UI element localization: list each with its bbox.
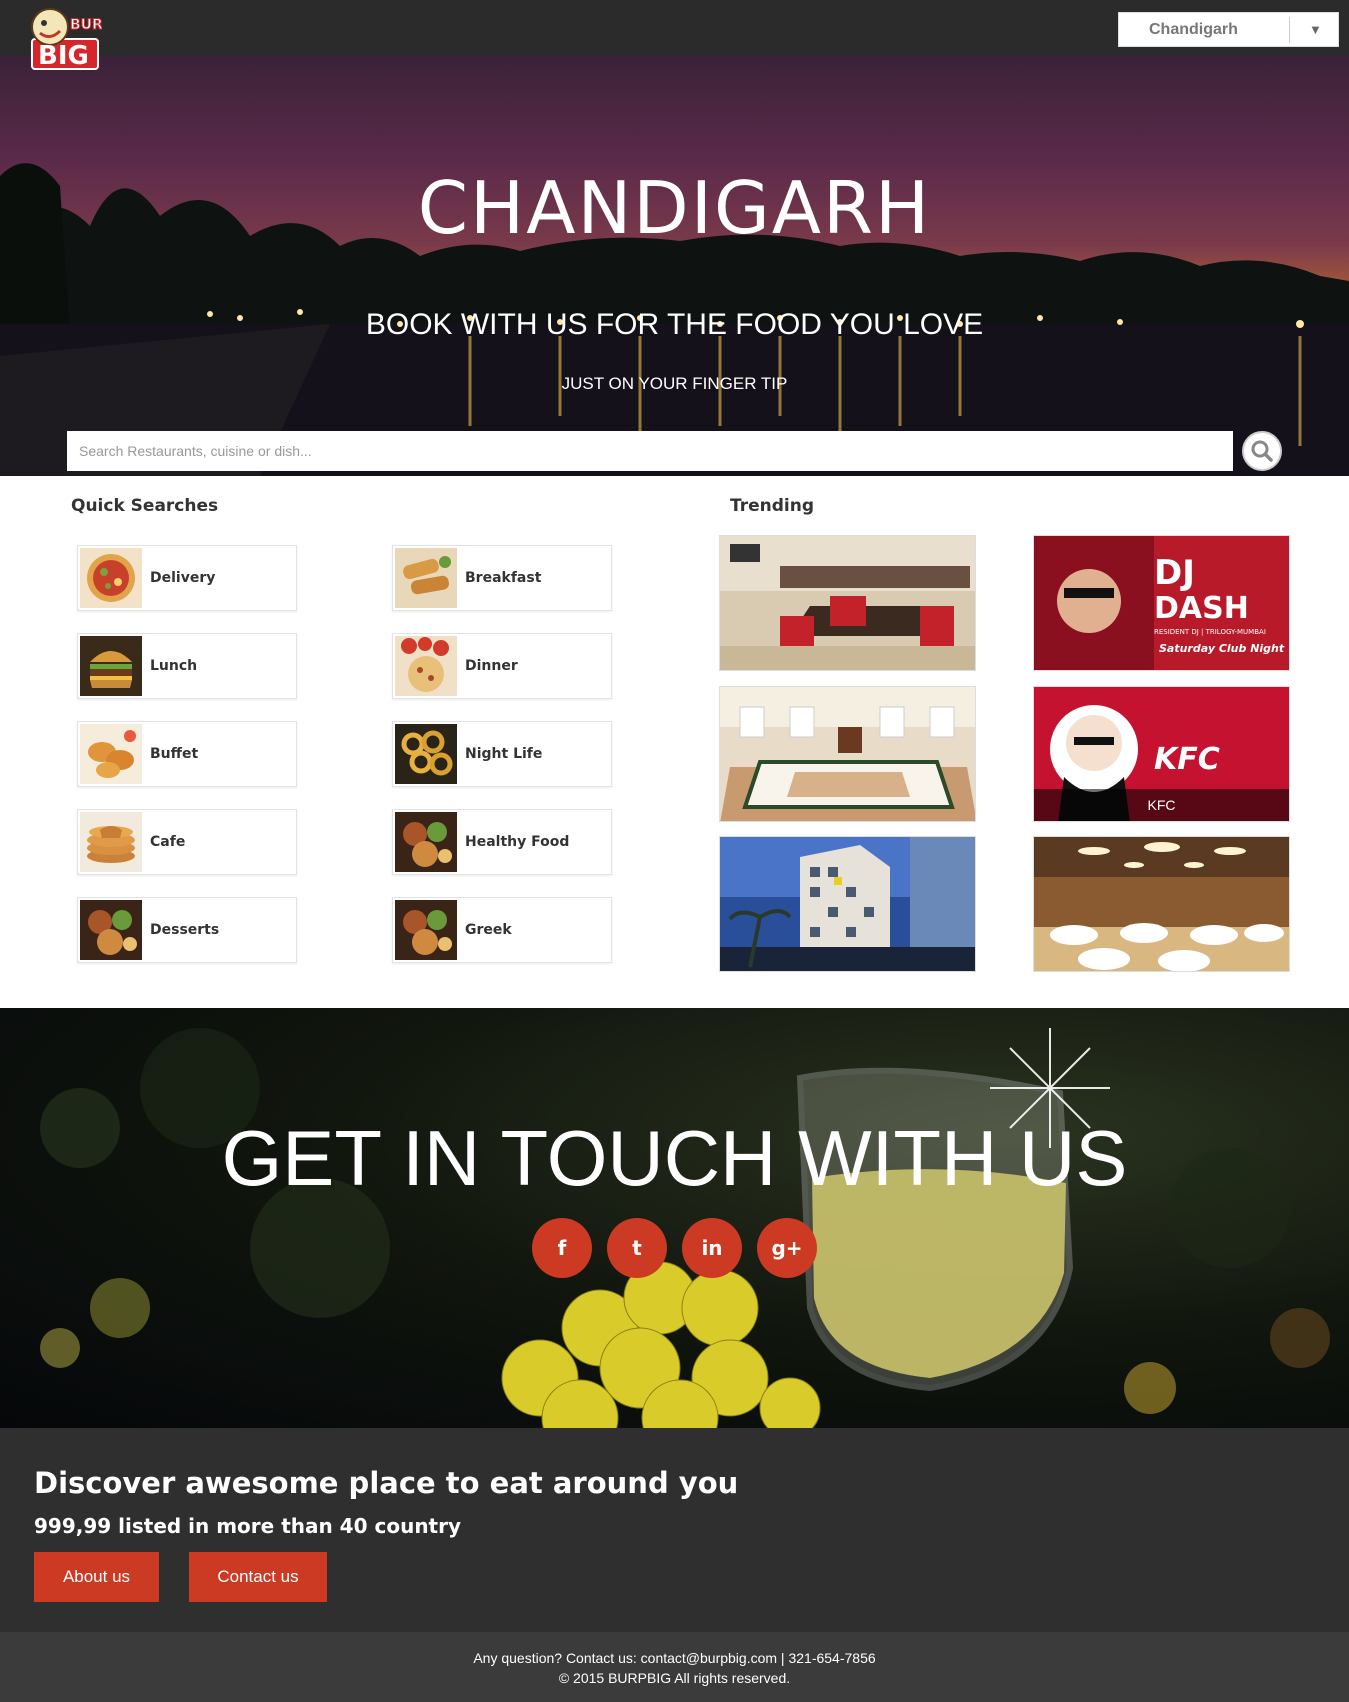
buffet-food-image: [80, 724, 142, 784]
dropdown-divider: [1289, 17, 1290, 43]
burpbig-logo[interactable]: BURP BIG: [30, 5, 102, 71]
restaurant-interior-image: [720, 536, 975, 670]
poster-title-dj: DJ: [1154, 553, 1195, 593]
event-hall-image: [1034, 837, 1289, 971]
contact-us-button[interactable]: Contact us: [189, 1552, 327, 1602]
dinner-food-image: [395, 636, 457, 696]
chevron-down-icon: ▼: [1309, 22, 1322, 37]
banquet-hall-image: [720, 687, 975, 821]
trending-card-event-hall[interactable]: [1033, 836, 1290, 972]
hero-tagline: JUST ON YOUR FINGER TIP: [561, 374, 788, 393]
breakfast-food-image: [395, 548, 457, 608]
search-icon: [1245, 434, 1279, 468]
logo-text-top: BURP: [70, 17, 102, 33]
trending-card-banquet-hall[interactable]: [719, 686, 976, 822]
search-input[interactable]: [67, 431, 1233, 471]
dj-poster-image: DJ DASH RESIDENT DJ | TRILOGY-MUMBAI Sat…: [1034, 536, 1289, 670]
healthy-food-image: [395, 812, 457, 872]
wine-grapes-image: [40, 1028, 1330, 1428]
quick-search-label: Breakfast: [465, 570, 542, 586]
hero-subtitle: BOOK WITH US FOR THE FOOD YOU LOVE: [365, 308, 984, 341]
trending-card-caption: KFC: [1034, 789, 1289, 821]
discover-section: Discover awesome place to eat around you…: [0, 1428, 1349, 1632]
footer: Any question? Contact us: contact@burpbi…: [0, 1632, 1349, 1702]
quick-search-dinner[interactable]: Dinner: [392, 633, 612, 699]
quick-search-lunch[interactable]: Lunch: [77, 633, 297, 699]
quick-search-label: Greek: [465, 922, 512, 938]
greek-food-image: [395, 900, 457, 960]
about-us-button[interactable]: About us: [34, 1552, 159, 1602]
quick-search-cafe[interactable]: Cafe: [77, 809, 297, 875]
poster-event: Saturday Club Night: [1159, 642, 1285, 655]
city-dropdown-value: Chandigarh: [1149, 21, 1238, 38]
quick-search-label: Night Life: [465, 746, 543, 762]
quick-search-buffet[interactable]: Buffet: [77, 721, 297, 787]
google-plus-icon[interactable]: g+: [757, 1218, 817, 1278]
quick-search-label: Buffet: [150, 746, 199, 762]
desserts-food-image: [80, 900, 142, 960]
hero-banner: CHANDIGARH BOOK WITH US FOR THE FOOD YOU…: [0, 56, 1349, 476]
footer-contact-line: Any question? Contact us: contact@burpbi…: [473, 1650, 876, 1666]
poster-title-dash: DASH: [1154, 591, 1249, 626]
quick-search-desserts[interactable]: Desserts: [77, 897, 297, 963]
twitter-icon[interactable]: t: [607, 1218, 667, 1278]
contact-title: GET IN TOUCH WITH US: [221, 1114, 1128, 1202]
quick-search-night-life[interactable]: Night Life: [392, 721, 612, 787]
quick-search-greek[interactable]: Greek: [392, 897, 612, 963]
discover-title: Discover awesome place to eat around you: [34, 1466, 739, 1500]
trending-card-dj-night[interactable]: DJ DASH RESIDENT DJ | TRILOGY-MUMBAI Sat…: [1033, 535, 1290, 671]
hero-city-title: CHANDIGARH: [417, 166, 932, 250]
quick-search-label: Cafe: [150, 834, 186, 850]
quick-searches-title: Quick Searches: [71, 496, 219, 516]
trending-title: Trending: [730, 496, 815, 516]
quick-search-label: Desserts: [150, 922, 220, 938]
logo-text-bottom: BIG: [38, 41, 89, 71]
discover-subtitle: 999,99 listed in more than 40 country: [34, 1514, 462, 1538]
delivery-food-image: [80, 548, 142, 608]
contact-banner: GET IN TOUCH WITH US f t in g+: [0, 1008, 1349, 1428]
quick-search-breakfast[interactable]: Breakfast: [392, 545, 612, 611]
trending-card-hotel-building[interactable]: [719, 836, 976, 972]
quick-search-delivery[interactable]: Delivery: [77, 545, 297, 611]
cafe-food-image: [80, 812, 142, 872]
search-button[interactable]: [1242, 431, 1282, 471]
facebook-icon[interactable]: f: [532, 1218, 592, 1278]
kfc-logo-text: KFC: [1154, 742, 1220, 777]
quick-search-label: Healthy Food: [465, 834, 570, 850]
trending-card-kfc[interactable]: KFC KFC: [1033, 686, 1290, 822]
city-dropdown[interactable]: Chandigarh ▼: [1118, 12, 1339, 47]
lunch-food-image: [80, 636, 142, 696]
footer-copyright: © 2015 BURPBIG All rights reserved.: [558, 1670, 791, 1686]
linkedin-icon[interactable]: in: [682, 1218, 742, 1278]
trending-card-restaurant-interior[interactable]: [719, 535, 976, 671]
quick-search-label: Lunch: [150, 658, 198, 674]
poster-subtitle: RESIDENT DJ | TRILOGY-MUMBAI: [1154, 628, 1266, 636]
night-life-food-image: [395, 724, 457, 784]
hero-night-lake-image: [0, 163, 1349, 476]
quick-search-label: Delivery: [150, 570, 216, 586]
hotel-building-image: [720, 837, 975, 971]
quick-search-label: Dinner: [465, 658, 518, 674]
quick-search-healthy-food[interactable]: Healthy Food: [392, 809, 612, 875]
